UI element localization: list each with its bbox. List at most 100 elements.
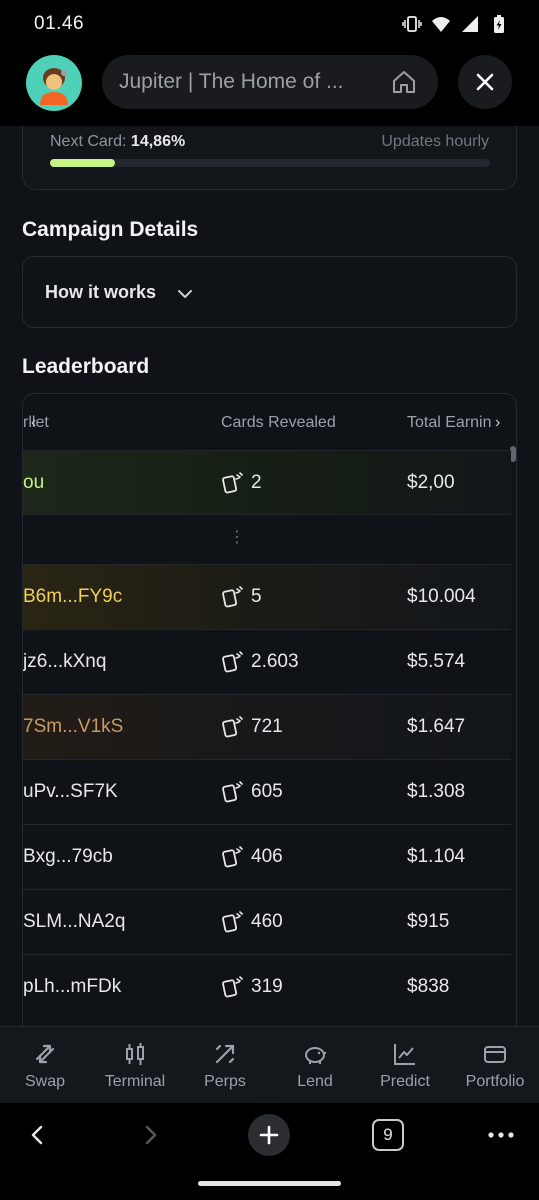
nav-portfolio[interactable]: Portfolio [450, 1027, 539, 1104]
cards-count: 605 [251, 781, 283, 802]
wallet-address[interactable]: pLh...mFDk [23, 976, 121, 998]
chevron-left-icon[interactable] [26, 1123, 50, 1147]
url-title[interactable]: Jupiter | The Home of ... [119, 70, 381, 94]
close-button[interactable] [458, 55, 512, 109]
trend-chart-icon [394, 1044, 415, 1065]
page-content[interactable]: Next Card: 14,86% Updates hourly Campaig… [0, 126, 539, 1026]
wallet-address[interactable]: 7Sm...V1kS [23, 716, 123, 738]
cards-count: 5 [251, 586, 262, 607]
cards-count: 460 [251, 911, 283, 932]
candlestick-icon [126, 1043, 144, 1065]
table-row[interactable]: pLh...mFDk 319 $838 [23, 954, 511, 1019]
wallet-address[interactable]: B6m...FY9c [23, 586, 122, 608]
wifi-icon [432, 17, 450, 32]
plus-icon [259, 1125, 279, 1145]
nav-swap[interactable]: Swap [0, 1027, 90, 1104]
progress-fill [50, 159, 116, 167]
cards-icon [222, 586, 243, 608]
nav-perps-label: Perps [204, 1073, 246, 1090]
nav-predict[interactable]: Predict [360, 1027, 450, 1104]
swap-icon [35, 1044, 55, 1064]
campaign-details-title: Campaign Details [22, 218, 199, 241]
progress-track [50, 159, 490, 167]
cards-revealed-cell: 5 [221, 586, 262, 608]
chevron-right-icon[interactable] [138, 1123, 162, 1147]
table-row[interactable]: B6m...FY9c 5 $10.004 [23, 564, 511, 629]
status-time: 01.46 [34, 13, 85, 34]
cards-icon [222, 976, 243, 998]
cards-count: 319 [251, 976, 283, 997]
vibrate-icon [402, 16, 422, 32]
battery-icon [494, 15, 504, 33]
cards-icon [222, 911, 243, 933]
cards-revealed-cell: 721 [221, 716, 283, 738]
cards-revealed-cell: 460 [221, 911, 283, 933]
nav-lend[interactable]: Lend [270, 1027, 360, 1104]
chevron-down-icon [178, 290, 192, 298]
table-row[interactable]: jz6...kXnq 2.603 $5.574 [23, 629, 511, 694]
next-card-text: Next Card: [50, 133, 127, 150]
table-row[interactable]: 7Sm...V1kS 721 $1.647 [23, 694, 511, 759]
status-bar: 01.46 [0, 0, 539, 48]
wallet-address[interactable]: Bxg...79cb [23, 846, 113, 868]
tab-switcher-button[interactable]: 9 [372, 1119, 404, 1151]
next-card-progress: Next Card: 14,86% Updates hourly [22, 126, 517, 190]
nav-swap-label: Swap [24, 1073, 66, 1090]
wallet-address[interactable]: ou [23, 472, 44, 494]
earnings-value: $1.104 [407, 846, 466, 867]
cards-icon [222, 716, 243, 738]
how-it-works-accordion[interactable]: How it works [22, 256, 517, 328]
user-avatar-icon[interactable] [26, 55, 82, 111]
wallet-icon [484, 1046, 506, 1063]
earnings-value: $838 [407, 976, 450, 997]
cards-icon [222, 781, 243, 803]
close-icon [476, 73, 494, 91]
leaderboard-header: rllet ‹ Cards Revealed Total Earnin › [23, 394, 516, 450]
column-cards-revealed[interactable]: Cards Revealed [221, 414, 336, 432]
cards-revealed-cell: 2 [221, 472, 262, 494]
table-row[interactable]: SLM...NA2q 460 $915 [23, 889, 511, 954]
nav-perps[interactable]: Perps [180, 1027, 270, 1104]
wallet-address[interactable]: jz6...kXnq [23, 651, 106, 673]
nav-lend-label: Lend [297, 1073, 333, 1090]
cards-count: 2.603 [251, 651, 299, 672]
leaderboard-title: Leaderboard [22, 355, 150, 378]
updates-hourly-text: Updates hourly [381, 133, 489, 150]
home-icon[interactable] [390, 68, 418, 96]
table-row[interactable]: Bxg...79cb 406 $1.104 [23, 824, 511, 889]
nav-predict-label: Predict [380, 1073, 430, 1090]
table-row[interactable]: uPv...SF7K 605 $1.308 [23, 759, 511, 824]
avatar-figure [40, 68, 68, 105]
table-row-you[interactable]: ou 2 $2,00 [23, 450, 511, 515]
status-icons [402, 14, 509, 34]
nav-portfolio-label: Portfolio [465, 1073, 525, 1090]
cards-count: 721 [251, 716, 283, 737]
earnings-value: $915 [407, 911, 450, 932]
new-tab-button[interactable] [248, 1114, 290, 1156]
cards-revealed-cell: 605 [221, 781, 283, 803]
nav-terminal-label: Terminal [104, 1073, 166, 1090]
browser-bottom-bar: 9 [0, 1103, 539, 1200]
cards-icon [222, 651, 243, 673]
earnings-value: $1.647 [407, 716, 466, 737]
next-card-percent: 14,86% [130, 133, 186, 150]
url-bar[interactable]: Jupiter | The Home of ... [102, 55, 438, 109]
scroll-left-icon[interactable]: ‹ [31, 414, 36, 432]
gap-dots: ⋮ [229, 529, 245, 546]
cards-icon [222, 846, 243, 868]
earnings-value: $2,00 [407, 472, 455, 493]
wallet-address[interactable]: SLM...NA2q [23, 911, 125, 933]
earnings-value: $5.574 [407, 651, 466, 672]
more-icon[interactable] [487, 1123, 515, 1147]
gesture-home-indicator[interactable] [198, 1181, 341, 1186]
cards-revealed-cell: 2.603 [221, 651, 299, 673]
nav-terminal[interactable]: Terminal [90, 1027, 180, 1104]
wallet-address[interactable]: uPv...SF7K [23, 781, 118, 803]
leaderboard-table[interactable]: rllet ‹ Cards Revealed Total Earnin › ou… [22, 393, 517, 1026]
scroll-right-icon[interactable]: › [495, 414, 500, 432]
cards-revealed-cell: 319 [221, 976, 283, 998]
piggy-bank-icon [305, 1047, 326, 1064]
column-total-earnings[interactable]: Total Earnin [407, 414, 503, 432]
cards-count: 2 [251, 472, 262, 493]
next-card-label: Next Card: 14,86% [50, 133, 185, 151]
